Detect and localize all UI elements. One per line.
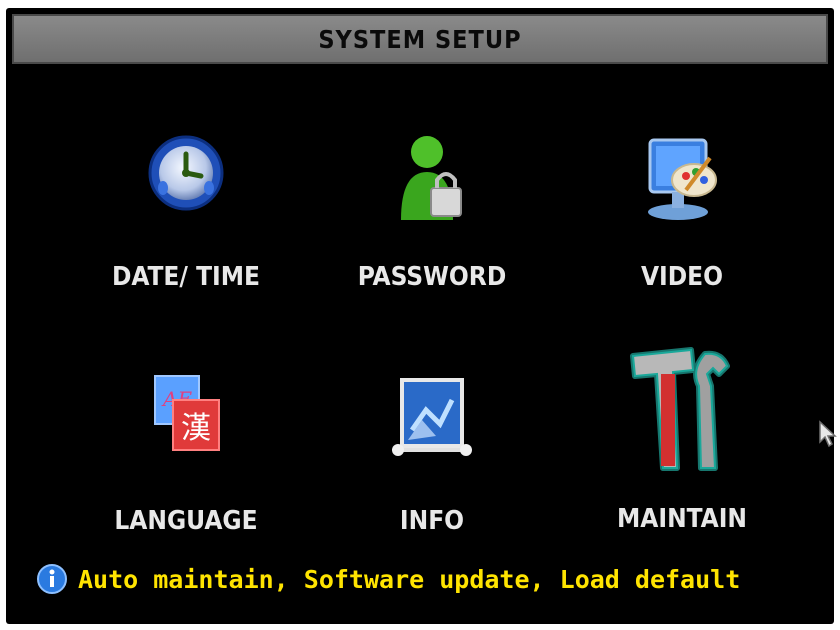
- menu-item-label: INFO: [399, 506, 465, 536]
- menu-item-maintain[interactable]: MAINTAIN: [572, 340, 792, 534]
- system-setup-screen: SYSTEM SETUP DATE/ TIME PASSWORD VIDEO 漢…: [6, 8, 837, 624]
- user-lock-icon: [401, 136, 462, 220]
- language-icon: AE 漢: [154, 375, 220, 451]
- menu-item-label: DATE/ TIME: [111, 262, 261, 292]
- menu-item-label: VIDEO: [640, 262, 724, 292]
- menu-item-label: MAINTAIN: [617, 504, 747, 534]
- title-bar: SYSTEM SETUP: [12, 14, 828, 64]
- menu-item-label: LANGUAGE: [114, 506, 258, 536]
- info-icon: [37, 564, 67, 594]
- menu-item-language[interactable]: AE 漢 LANGUAGE: [76, 370, 296, 536]
- menu-item-password[interactable]: PASSWORD: [322, 128, 542, 292]
- menu-item-date-time[interactable]: DATE/ TIME: [76, 128, 296, 292]
- status-bar: Auto maintain, Software update, Load def…: [36, 556, 740, 602]
- menu-item-video[interactable]: VIDEO: [572, 128, 792, 292]
- page-title: SYSTEM SETUP: [318, 24, 522, 54]
- mouse-cursor-icon: [819, 420, 837, 448]
- svg-text:漢: 漢: [181, 411, 211, 446]
- info-board-icon: [392, 378, 472, 456]
- monitor-palette-icon: [648, 138, 717, 220]
- clock-icon: [148, 135, 224, 211]
- menu-item-info[interactable]: INFO: [322, 370, 542, 536]
- status-text: Auto maintain, Software update, Load def…: [78, 564, 741, 594]
- tools-icon: [630, 347, 730, 471]
- menu-item-label: PASSWORD: [357, 262, 507, 292]
